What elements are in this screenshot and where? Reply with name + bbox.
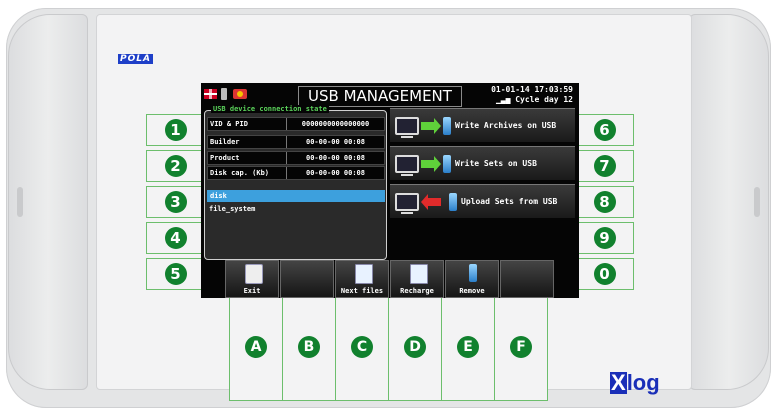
- right-side-grip: [689, 14, 769, 390]
- key-7-label: 7: [593, 155, 616, 177]
- status-bar: USB MANAGEMENT 01-01-14 17:03:59 ▁▃▅ Cyc…: [201, 83, 579, 107]
- floppy-exit-icon: [245, 264, 263, 284]
- row-value: 00-00-00 00:08: [305, 154, 365, 162]
- fkey-empty-f[interactable]: [500, 260, 554, 298]
- key-6-label: 6: [593, 119, 616, 141]
- arrow-right-icon: [421, 155, 441, 172]
- key-9[interactable]: 9: [575, 222, 634, 254]
- key-a[interactable]: A: [229, 298, 283, 401]
- fkey-empty-b[interactable]: [280, 260, 334, 298]
- key-f[interactable]: F: [494, 298, 548, 401]
- list-item-file-system[interactable]: file_system: [209, 205, 255, 213]
- key-5[interactable]: 5: [146, 258, 205, 290]
- right-notch: [754, 187, 760, 217]
- row-value: 00-00-00 00:08: [305, 169, 365, 177]
- key-c[interactable]: C: [335, 298, 389, 401]
- pc-icon: [395, 154, 419, 176]
- left-side-grip: [8, 14, 88, 390]
- function-key-bar: Exit Next files Recharge Remove: [225, 260, 555, 298]
- signal-icon: ▁▃▅: [495, 95, 516, 104]
- key-7[interactable]: 7: [575, 150, 634, 182]
- key-d[interactable]: D: [388, 298, 442, 401]
- page-title: USB MANAGEMENT: [298, 86, 462, 107]
- write-archives-label: Write Archives on USB: [455, 121, 557, 130]
- key-0[interactable]: 0: [575, 258, 634, 290]
- lcd-screen: USB MANAGEMENT 01-01-14 17:03:59 ▁▃▅ Cyc…: [201, 83, 579, 298]
- fkey-remove-label: Remove: [459, 287, 485, 295]
- usb-state-legend: USB device connection state: [211, 105, 329, 113]
- key-2[interactable]: 2: [146, 150, 205, 182]
- fkey-exit[interactable]: Exit: [225, 260, 279, 298]
- cycle-day: ▁▃▅ Cycle day 12: [491, 95, 573, 105]
- key-9-label: 9: [593, 227, 616, 249]
- table-row: VID & PID 0000000000000000: [207, 117, 385, 131]
- key-4-label: 4: [164, 227, 187, 249]
- cycle-label: Cycle day 12: [515, 95, 573, 104]
- key-e-label: E: [457, 336, 479, 358]
- usb-remove-icon: [469, 264, 477, 282]
- fkey-remove[interactable]: Remove: [445, 260, 499, 298]
- upload-sets-label: Upload Sets from USB: [461, 197, 558, 206]
- key-8-label: 8: [593, 191, 616, 213]
- key-c-label: C: [351, 336, 373, 358]
- key-1[interactable]: 1: [146, 114, 205, 146]
- clock: 01-01-14 17:03:59 ▁▃▅ Cycle day 12: [491, 85, 573, 105]
- brand-logo: POLA: [118, 54, 154, 64]
- table-row: Builder 00-00-00 00:08: [207, 135, 385, 149]
- key-3[interactable]: 3: [146, 186, 205, 218]
- usb-state-panel: USB device connection state VID & PID 000…: [204, 105, 387, 260]
- fkey-next-files[interactable]: Next files: [335, 260, 389, 298]
- usb-status-icon: [221, 88, 227, 100]
- xlog-mark: X: [610, 370, 627, 395]
- upload-sets-button[interactable]: Upload Sets from USB: [390, 184, 575, 218]
- key-e[interactable]: E: [441, 298, 495, 401]
- date-time: 01-01-14 17:03:59: [491, 85, 573, 94]
- row-value: 0000000000000000: [301, 120, 370, 128]
- key-a-label: A: [245, 336, 267, 358]
- arrow-left-icon: [421, 193, 441, 210]
- next-files-icon: [355, 264, 373, 284]
- arrow-right-icon: [421, 117, 441, 134]
- row-key: VID & PID: [208, 118, 287, 130]
- alarm-icon: [233, 89, 247, 99]
- fkey-recharge-label: Recharge: [400, 287, 434, 295]
- row-key: Product: [208, 152, 287, 164]
- list-item-disk[interactable]: disk: [207, 190, 385, 202]
- recharge-icon: [410, 264, 428, 284]
- key-1-label: 1: [164, 119, 187, 141]
- key-8[interactable]: 8: [575, 186, 634, 218]
- key-b-label: B: [298, 336, 320, 358]
- usb-stick-icon: [443, 154, 451, 173]
- key-b[interactable]: B: [282, 298, 336, 401]
- write-sets-button[interactable]: Write Sets on USB: [390, 146, 575, 180]
- write-archives-button[interactable]: Write Archives on USB: [390, 108, 575, 142]
- left-notch: [17, 187, 23, 217]
- key-f-label: F: [510, 336, 532, 358]
- table-row: Product 00-00-00 00:08: [207, 151, 385, 165]
- xlog-text: log: [626, 370, 660, 395]
- usb-stick-icon: [449, 192, 457, 211]
- uk-flag-icon: [204, 89, 217, 99]
- key-d-label: D: [404, 336, 426, 358]
- key-3-label: 3: [164, 191, 187, 213]
- brand-text: POLA: [118, 54, 153, 64]
- write-sets-label: Write Sets on USB: [455, 159, 537, 168]
- row-key: Builder: [208, 136, 287, 148]
- row-value: 00-00-00 00:08: [305, 138, 365, 146]
- pc-icon: [395, 116, 419, 138]
- table-row: Disk cap. (Kb) 00-00-00 00:08: [207, 166, 385, 180]
- key-6[interactable]: 6: [575, 114, 634, 146]
- fkey-next-files-label: Next files: [340, 287, 384, 295]
- key-0-label: 0: [593, 263, 616, 285]
- usb-stick-icon: [443, 116, 451, 135]
- key-5-label: 5: [164, 263, 187, 285]
- fkey-exit-label: Exit: [243, 287, 261, 295]
- fkey-recharge[interactable]: Recharge: [390, 260, 444, 298]
- key-4[interactable]: 4: [146, 222, 205, 254]
- key-2-label: 2: [164, 155, 187, 177]
- row-key: Disk cap. (Kb): [208, 167, 287, 179]
- pc-icon: [395, 192, 419, 214]
- xlog-logo: Xlog: [610, 370, 660, 396]
